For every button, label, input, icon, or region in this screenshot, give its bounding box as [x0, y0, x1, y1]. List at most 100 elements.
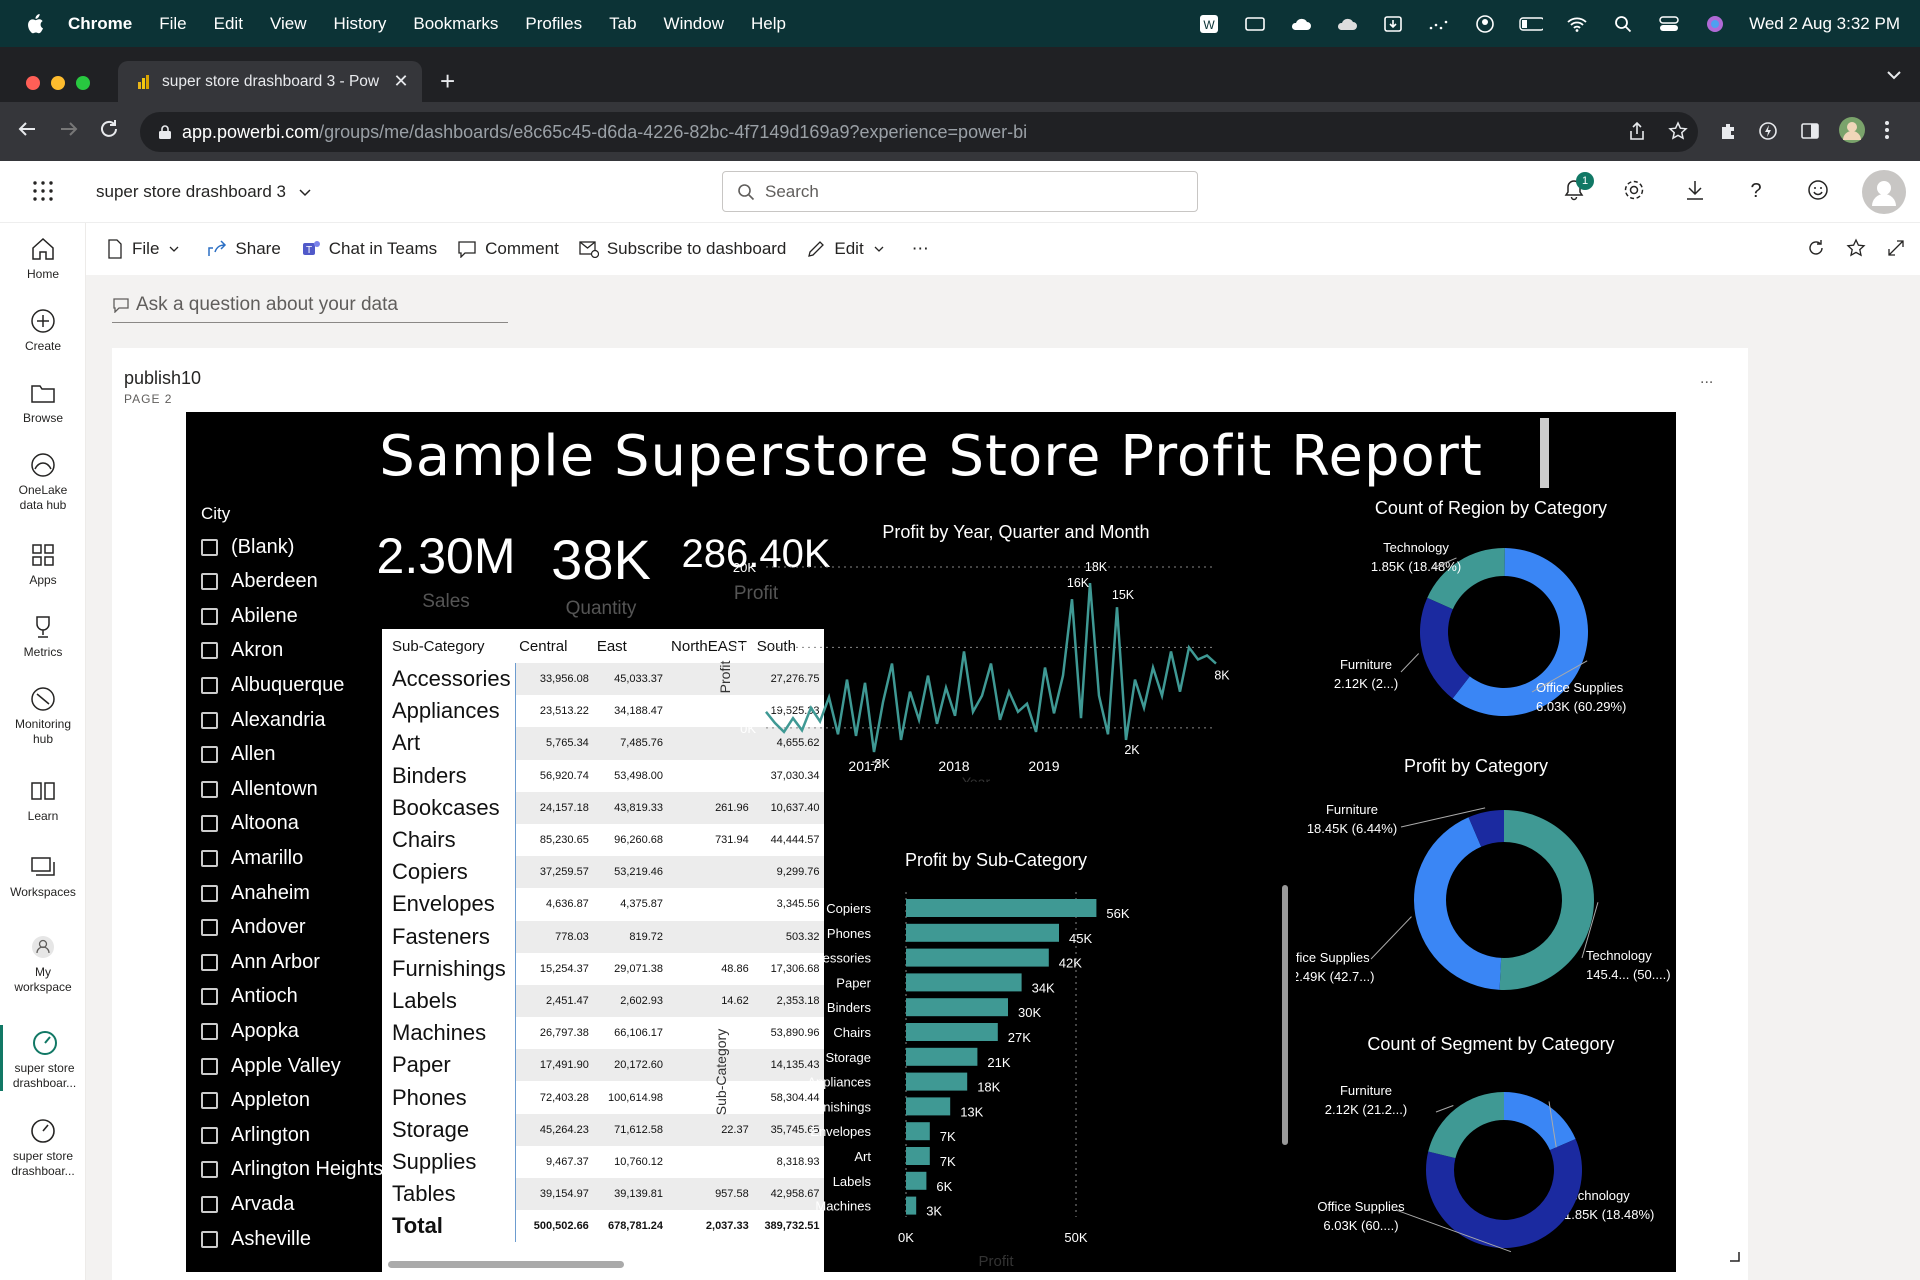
share-button[interactable]: Share — [207, 239, 281, 259]
bar[interactable] — [906, 923, 1059, 942]
checkbox[interactable] — [201, 849, 218, 867]
nav-monitoring[interactable]: Monitoring hub — [0, 685, 86, 747]
help-icon[interactable]: ? — [1744, 178, 1770, 204]
bar[interactable] — [906, 998, 1008, 1017]
checkbox[interactable] — [201, 1161, 218, 1179]
city-option[interactable]: Altoona — [201, 809, 299, 839]
city-option[interactable]: Allentown — [201, 774, 318, 804]
donut-slice[interactable] — [1499, 810, 1595, 990]
checkbox[interactable] — [201, 1126, 218, 1144]
city-option[interactable]: Anaheim — [201, 878, 310, 908]
minimize-window-button[interactable] — [51, 76, 65, 90]
checkbox[interactable] — [201, 746, 218, 764]
siri-icon[interactable] — [1703, 14, 1727, 34]
checkbox[interactable] — [201, 1022, 218, 1040]
share-page-icon[interactable] — [1628, 121, 1646, 141]
city-option[interactable]: Antioch — [201, 982, 298, 1012]
address-bar[interactable]: app.powerbi.com/groups/me/dashboards/e8c… — [140, 112, 1698, 152]
subscribe-button[interactable]: Subscribe to dashboard — [579, 239, 786, 259]
checkbox[interactable] — [201, 642, 218, 660]
donut-slice[interactable] — [1420, 597, 1470, 699]
app-launcher-icon[interactable] — [32, 180, 54, 202]
forward-arrow-icon[interactable] — [58, 118, 80, 140]
bar[interactable] — [906, 1122, 930, 1141]
nav-my-workspace[interactable]: My workspace — [0, 933, 86, 995]
bar[interactable] — [906, 1023, 998, 1041]
extensions-icon[interactable] — [1718, 121, 1738, 141]
feedback-smiley-icon[interactable] — [1806, 178, 1832, 204]
comment-button[interactable]: Comment — [457, 239, 559, 259]
menu-file[interactable]: File — [159, 14, 186, 34]
bar[interactable] — [906, 1147, 930, 1165]
nav-super-store-active[interactable]: super store drashboar... — [0, 1025, 86, 1091]
sidepanel-icon[interactable] — [1800, 121, 1820, 141]
account-avatar[interactable] — [1862, 170, 1906, 214]
menu-view[interactable]: View — [270, 14, 307, 34]
user-circle-icon[interactable] — [1473, 14, 1497, 34]
nav-onelake[interactable]: OneLake data hub — [0, 451, 86, 513]
city-option[interactable]: Amarillo — [201, 843, 303, 873]
checkbox[interactable] — [201, 1230, 218, 1248]
checkbox[interactable] — [201, 607, 218, 625]
menu-edit[interactable]: Edit — [214, 14, 243, 34]
file-menu-button[interactable]: File — [106, 239, 187, 259]
keyboard-icon[interactable] — [1243, 14, 1267, 34]
more-options-icon[interactable]: ⋯ — [912, 239, 929, 259]
search-box[interactable]: Search — [722, 171, 1198, 212]
matrix-horizontal-scrollbar[interactable] — [388, 1261, 624, 1268]
donut-slice[interactable] — [1427, 548, 1505, 610]
checkbox[interactable] — [201, 1195, 218, 1213]
city-option[interactable]: Andover — [201, 913, 306, 943]
table-row[interactable]: Bookcases 24,157.18 43,819.33 261.96 10,637.… — [382, 791, 824, 824]
checkbox[interactable] — [201, 676, 218, 694]
close-window-button[interactable] — [26, 76, 40, 90]
chrome-menu-icon[interactable] — [1884, 119, 1890, 141]
checkbox[interactable] — [201, 884, 218, 902]
city-option[interactable]: Arlington — [201, 1120, 310, 1150]
nav-browse[interactable]: Browse — [0, 379, 86, 426]
zoom-window-button[interactable] — [76, 76, 90, 90]
city-option[interactable]: Abilene — [201, 601, 298, 631]
resize-handle-icon[interactable] — [1730, 1252, 1740, 1262]
bar[interactable] — [906, 1072, 968, 1091]
profit-bar-chart[interactable]: 0K 50K Profit Sub-Category Copiers 56K Phones 4… — [706, 872, 1286, 1272]
donut-slice[interactable] — [1504, 1092, 1576, 1151]
city-option[interactable]: Aberdeen — [201, 567, 318, 597]
bar[interactable] — [906, 1171, 927, 1190]
profit-line-chart[interactable]: 0K10K20K2016 2017 2018 2019YearProfit2K-3K1… — [706, 542, 1286, 782]
col-header[interactable]: Central — [515, 629, 593, 663]
city-option[interactable]: Asheville — [201, 1224, 311, 1254]
checkbox[interactable] — [201, 1092, 218, 1110]
download-icon[interactable] — [1683, 178, 1709, 204]
menu-bookmarks[interactable]: Bookmarks — [413, 14, 498, 34]
close-tab-icon[interactable]: ✕ — [388, 71, 414, 92]
cloud-icon[interactable] — [1335, 14, 1359, 34]
menu-history[interactable]: History — [333, 14, 386, 34]
activity-icon[interactable] — [1427, 14, 1451, 34]
menu-profiles[interactable]: Profiles — [525, 14, 582, 34]
control-center-icon[interactable] — [1657, 14, 1681, 34]
nav-apps[interactable]: Apps — [0, 541, 86, 588]
city-option[interactable]: Apple Valley — [201, 1051, 341, 1081]
checkbox[interactable] — [201, 711, 218, 729]
city-option[interactable]: Appleton — [201, 1086, 310, 1116]
bookmark-star-icon[interactable] — [1668, 121, 1688, 141]
nav-workspaces[interactable]: Workspaces — [0, 853, 86, 900]
city-option[interactable]: Alexandria — [201, 705, 326, 735]
dashboard-title-dropdown[interactable]: super store drashboard 3 — [96, 182, 311, 202]
bar[interactable] — [906, 973, 1022, 992]
fullscreen-icon[interactable] — [1886, 238, 1906, 258]
chevron-down-icon[interactable] — [1886, 70, 1902, 80]
settings-gear-icon[interactable] — [1622, 178, 1648, 204]
city-option[interactable]: Arvada — [201, 1189, 294, 1219]
bar[interactable] — [906, 948, 1049, 967]
city-option[interactable]: Apopka — [201, 1016, 299, 1046]
cloud-sync-icon[interactable] — [1289, 14, 1313, 34]
city-option[interactable]: Allen — [201, 740, 275, 770]
nav-metrics[interactable]: Metrics — [0, 613, 86, 660]
checkbox[interactable] — [201, 573, 218, 591]
reload-icon[interactable] — [98, 118, 120, 140]
col-header[interactable]: Sub-Category — [382, 629, 515, 663]
checkbox[interactable] — [201, 953, 218, 971]
refresh-icon[interactable] — [1806, 238, 1826, 258]
